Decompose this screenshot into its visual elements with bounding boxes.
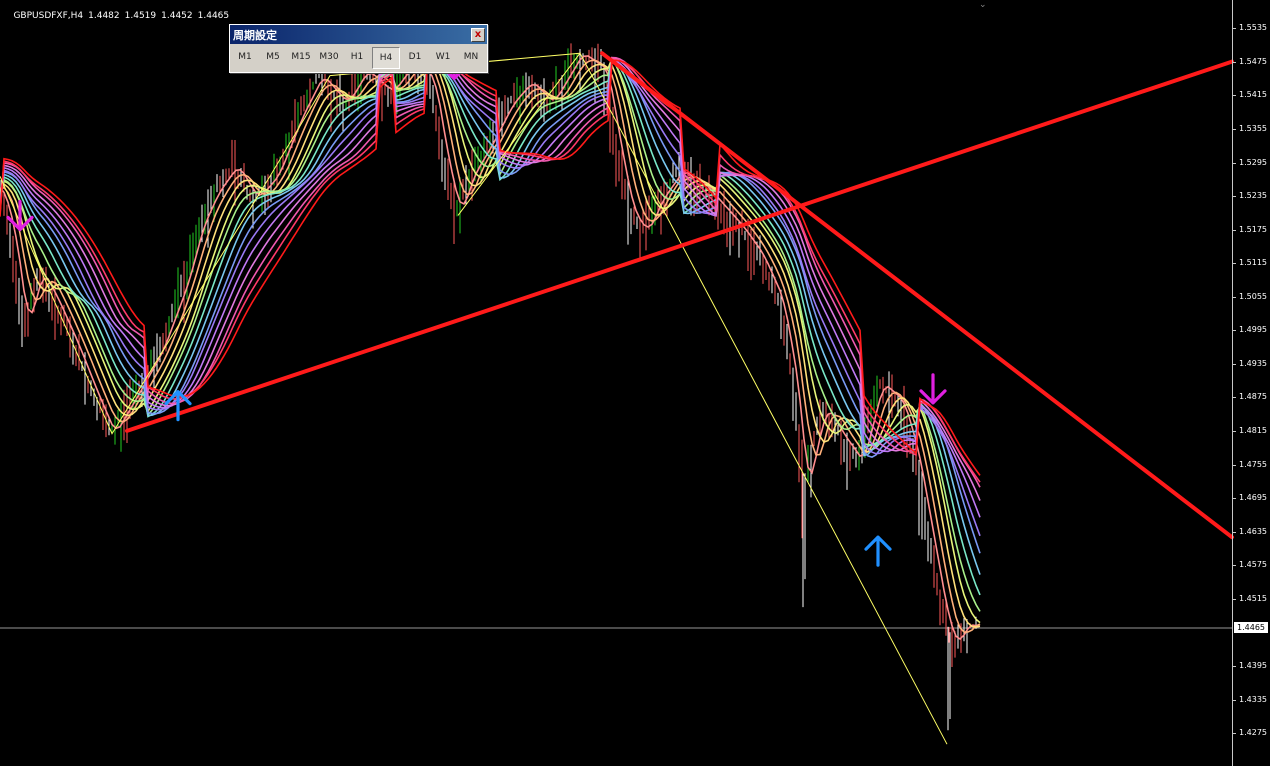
open-value: 1.4482	[88, 11, 120, 21]
axis-label: 1.5535	[1239, 23, 1267, 32]
axis-tick	[1233, 196, 1236, 197]
period-button-m30[interactable]: M30	[316, 47, 342, 67]
axis-label: 1.4935	[1239, 359, 1267, 368]
current-price-label: 1.4465	[1234, 622, 1268, 633]
chart-header: GBPUSDFXF,H4 1.4482 1.4519 1.4452 1.4465	[2, 0, 234, 33]
axis-label: 1.4875	[1239, 392, 1267, 401]
arrow-down-icon	[919, 373, 947, 405]
period-button-w1[interactable]: W1	[430, 47, 456, 67]
period-button-m15[interactable]: M15	[288, 47, 314, 67]
axis-label: 1.4335	[1239, 695, 1267, 704]
period-button-h4[interactable]: H4	[372, 47, 400, 69]
axis-tick	[1233, 263, 1236, 264]
period-button-m1[interactable]: M1	[232, 47, 258, 67]
price-axis: 1.5535 1.5475 1.5415 1.5355 1.5295 1.5235 1.51…	[1232, 0, 1270, 766]
high-value: 1.4519	[124, 11, 157, 21]
axis-tick	[1233, 230, 1236, 231]
axis-label: 1.4575	[1239, 560, 1267, 569]
axis-tick	[1233, 163, 1236, 164]
axis-label: 1.5295	[1239, 158, 1267, 167]
close-value: 1.4465	[197, 11, 230, 21]
period-button-h1[interactable]: H1	[344, 47, 370, 67]
axis-tick	[1233, 330, 1236, 331]
axis-tick	[1233, 465, 1236, 466]
axis-tick	[1233, 129, 1236, 130]
axis-label: 1.5475	[1239, 57, 1267, 66]
axis-tick	[1233, 62, 1236, 63]
axis-label: 1.4815	[1239, 426, 1267, 435]
axis-label: 1.4635	[1239, 527, 1267, 536]
axis-tick	[1233, 364, 1236, 365]
axis-tick	[1233, 532, 1236, 533]
axis-label: 1.4275	[1239, 728, 1267, 737]
axis-tick	[1233, 297, 1236, 298]
period-button-bar: M1 M5 M15 M30 H1 H4 D1 W1 MN	[230, 44, 487, 71]
axis-tick	[1233, 431, 1236, 432]
chevron-down-icon: ⌄	[979, 0, 987, 10]
symbol-label: GBPUSDFXF,H4	[13, 11, 84, 21]
axis-label: 1.5235	[1239, 191, 1267, 200]
axis-label: 1.5355	[1239, 124, 1267, 133]
axis-tick	[1233, 565, 1236, 566]
axis-tick	[1233, 700, 1236, 701]
chart-canvas[interactable]	[0, 0, 1270, 766]
axis-tick	[1233, 28, 1236, 29]
axis-label: 1.4755	[1239, 460, 1267, 469]
axis-label: 1.4695	[1239, 493, 1267, 502]
axis-tick	[1233, 666, 1236, 667]
trendline-resistance[interactable]	[600, 51, 1234, 540]
period-settings-window[interactable]: 周期設定 x M1 M5 M15 M30 H1 H4 D1 W1 MN	[229, 24, 488, 73]
axis-label: 1.5055	[1239, 292, 1267, 301]
axis-tick	[1233, 498, 1236, 499]
axis-tick	[1233, 733, 1236, 734]
axis-label: 1.4995	[1239, 325, 1267, 334]
axis-label: 1.4395	[1239, 661, 1267, 670]
axis-tick	[1233, 599, 1236, 600]
period-window-title: 周期設定	[233, 28, 277, 42]
axis-label: 1.5415	[1239, 90, 1267, 99]
low-value: 1.4452	[161, 11, 193, 21]
axis-label: 1.5175	[1239, 225, 1267, 234]
axis-label: 1.4515	[1239, 594, 1267, 603]
period-button-d1[interactable]: D1	[402, 47, 428, 67]
close-icon: x	[474, 28, 482, 40]
chart-area[interactable]: GBPUSDFXF,H4 1.4482 1.4519 1.4452 1.4465 ⌄ 1…	[0, 0, 1270, 766]
period-window-titlebar[interactable]: 周期設定 x	[230, 25, 487, 44]
axis-label: 1.5115	[1239, 258, 1267, 267]
period-button-m5[interactable]: M5	[260, 47, 286, 67]
axis-tick	[1233, 397, 1236, 398]
close-button[interactable]: x	[471, 27, 485, 42]
axis-tick	[1233, 95, 1236, 96]
arrow-up-icon	[864, 535, 892, 567]
period-button-mn[interactable]: MN	[458, 47, 484, 67]
